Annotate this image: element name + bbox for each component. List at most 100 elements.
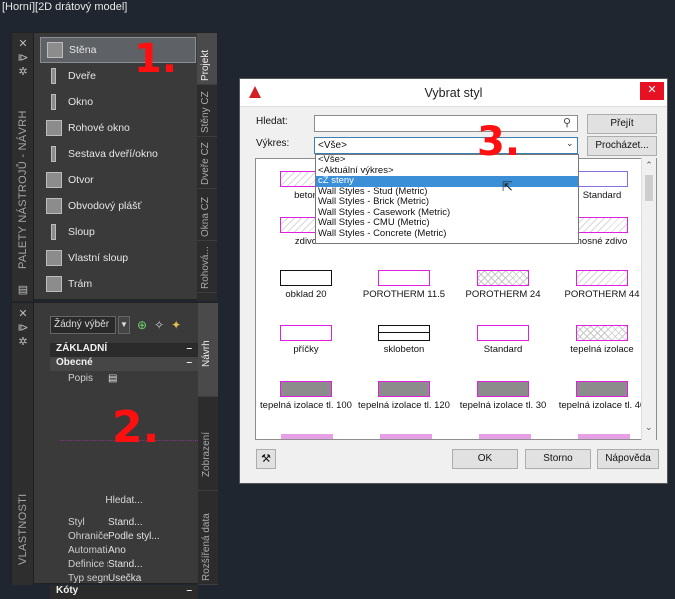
select-objects-icon[interactable]: ✧	[154, 318, 164, 332]
tab-steny-cz[interactable]: Stěny CZ	[197, 85, 217, 137]
quick-select-icon[interactable]: ⊕	[137, 318, 147, 332]
style-label: tepelná izolace tl. 100	[260, 400, 352, 411]
style-label: Standard	[582, 190, 622, 201]
property-row[interactable]: Definice sk...Stand...	[50, 557, 198, 571]
style-item[interactable]: tepelná izolace tl. 40	[554, 381, 650, 411]
style-swatch	[477, 270, 529, 286]
property-value[interactable]: Ano	[108, 545, 180, 556]
tab-projekt[interactable]: Projekt	[197, 33, 217, 85]
search-input[interactable]	[314, 115, 578, 132]
tab-label: Návrh	[201, 340, 212, 367]
window-icon	[51, 94, 56, 110]
settings-icon[interactable]: ✲	[12, 335, 34, 349]
style-item[interactable]: příčky	[258, 325, 354, 355]
chevron-down-icon[interactable]: ⌄	[566, 138, 574, 149]
tab-dvere-cz[interactable]: Dveře CZ	[197, 137, 217, 189]
tab-label: Okna CZ	[200, 196, 211, 237]
style-item[interactable]: tepelná izolace tl. 100	[258, 381, 354, 411]
custom-column-icon	[46, 250, 62, 266]
section-general[interactable]: Obecné –	[50, 357, 198, 371]
browse-button[interactable]: Procházet...	[587, 136, 657, 156]
tab-label: Projekt	[200, 49, 211, 81]
dialog-title: Vybrat styl	[424, 86, 483, 100]
settings-icon[interactable]: ✲	[12, 65, 34, 79]
property-row-description[interactable]: Popis ▤	[50, 371, 198, 385]
viewport-label[interactable]: [Horní][2D drátový model]	[2, 1, 127, 13]
dropdown-option[interactable]: Wall Styles - Brick (Metric)	[316, 197, 578, 208]
section-basic[interactable]: ZÁKLADNÍ –	[50, 343, 198, 357]
property-value[interactable]: Podle styl...	[108, 531, 180, 542]
property-row[interactable]: Automatic...Ano	[50, 543, 198, 557]
style-item[interactable]: sklobeton	[356, 325, 452, 355]
property-value[interactable]: Stand...	[108, 517, 180, 528]
dropdown-option[interactable]: <Vše>	[316, 155, 578, 166]
cancel-button[interactable]: Storno	[525, 449, 591, 469]
tool-beam[interactable]: Trám	[40, 271, 196, 297]
tab-zobrazeni[interactable]: Zobrazení	[198, 397, 218, 491]
dialog-titlebar[interactable]: Vybrat styl	[240, 79, 667, 107]
dropdown-option[interactable]: Wall Styles - Concrete (Metric)	[316, 228, 578, 240]
style-label: zdivo	[294, 236, 318, 247]
autohide-icon[interactable]: ⧐	[12, 321, 34, 335]
selection-select[interactable]: Žádný výběr	[50, 316, 116, 334]
property-row[interactable]: Typ segme...Úsečka	[50, 571, 198, 585]
style-item[interactable]: POROTHERM 44	[554, 270, 650, 300]
drawing-dropdown-list[interactable]: <Vše> <Aktuální výkres> cZ steny Wall St…	[315, 154, 579, 244]
palette-menu-icon[interactable]: ▤	[12, 283, 34, 297]
property-value[interactable]: Stand...	[108, 559, 180, 570]
tool-opening[interactable]: Otvor	[40, 167, 196, 193]
drawing-select[interactable]: <Vše>	[314, 137, 578, 154]
properties-body: Žádný výběr ▼ ⊕ ✧ ✦ ZÁKLADNÍ – Obecné – Po…	[50, 315, 198, 599]
tool-window[interactable]: Okno	[40, 89, 196, 115]
toggle-pickadd-icon[interactable]: ✦	[171, 318, 181, 332]
scrollbar[interactable]: ⌃ ⌄	[641, 158, 656, 440]
tab-rohova[interactable]: Rohová...	[197, 241, 217, 293]
style-item[interactable]: POROTHERM 24	[455, 270, 551, 300]
search-icon[interactable]: ⚲	[563, 116, 571, 129]
wrench-icon[interactable]: ⚒	[256, 449, 276, 469]
chevron-down-icon[interactable]: ⌄	[645, 422, 653, 433]
description-edit-icon[interactable]: ▤	[108, 373, 180, 384]
ok-button[interactable]: OK	[452, 449, 518, 469]
tool-corner-window[interactable]: Rohové okno	[40, 115, 196, 141]
style-item[interactable]: Standard	[455, 325, 551, 355]
style-item[interactable]: obklad 20	[258, 270, 354, 300]
help-button[interactable]: Nápověda	[597, 449, 659, 469]
close-button[interactable]: ✕	[640, 82, 664, 100]
callout-1: 1.	[134, 36, 178, 82]
property-row[interactable]: Ohraničen...Podle styl...	[50, 529, 198, 543]
style-label: POROTHERM 11.5	[362, 289, 446, 300]
close-icon[interactable]: ✕	[12, 37, 34, 51]
property-row[interactable]: Styl Stand...	[50, 515, 198, 529]
find-link[interactable]: Hledat...	[50, 493, 198, 507]
dropdown-option-selected[interactable]: cZ steny	[316, 176, 578, 187]
go-button[interactable]: Přejít	[587, 114, 657, 134]
close-icon[interactable]: ✕	[12, 307, 34, 321]
dropdown-option[interactable]: Wall Styles - CMU (Metric)	[316, 218, 578, 229]
style-item[interactable]: POROTHERM 11.5	[356, 270, 452, 300]
section-dimensions[interactable]: Kóty –	[50, 585, 198, 599]
tool-door-window-assembly[interactable]: Sestava dveří/okno	[40, 141, 196, 167]
tool-curtain-wall[interactable]: Obvodový plášť	[40, 193, 196, 219]
tab-navrh[interactable]: Návrh	[198, 303, 218, 397]
chevron-down-icon[interactable]: ▼	[118, 316, 130, 334]
tab-okna-cz[interactable]: Okna CZ	[197, 189, 217, 241]
autohide-icon[interactable]: ⧐	[12, 51, 34, 65]
opening-icon	[46, 172, 62, 188]
style-item[interactable]: tepelná izolace tl. 30	[455, 381, 551, 411]
style-item[interactable]: tepelná izolace	[554, 325, 650, 355]
chevron-up-icon[interactable]: ⌃	[642, 160, 656, 171]
dropdown-option[interactable]: <Aktuální výkres>	[316, 165, 578, 177]
tool-column[interactable]: Sloup	[40, 219, 196, 245]
property-value[interactable]: Úsečka	[108, 573, 180, 584]
tool-custom-column[interactable]: Vlastní sloup	[40, 245, 196, 271]
style-item[interactable]: tepelná izolace tl. 120	[356, 381, 452, 411]
style-label: obklad 20	[285, 289, 327, 300]
style-label: příčky	[293, 344, 319, 355]
scrollbar-thumb[interactable]	[645, 175, 653, 201]
wall-icon	[47, 42, 63, 58]
tab-rozsirena-data[interactable]: Rozšířená data	[198, 491, 218, 585]
callout-3: 3.	[477, 119, 521, 165]
style-label: tepelná izolace tl. 120	[358, 400, 450, 411]
style-swatch	[280, 270, 332, 286]
